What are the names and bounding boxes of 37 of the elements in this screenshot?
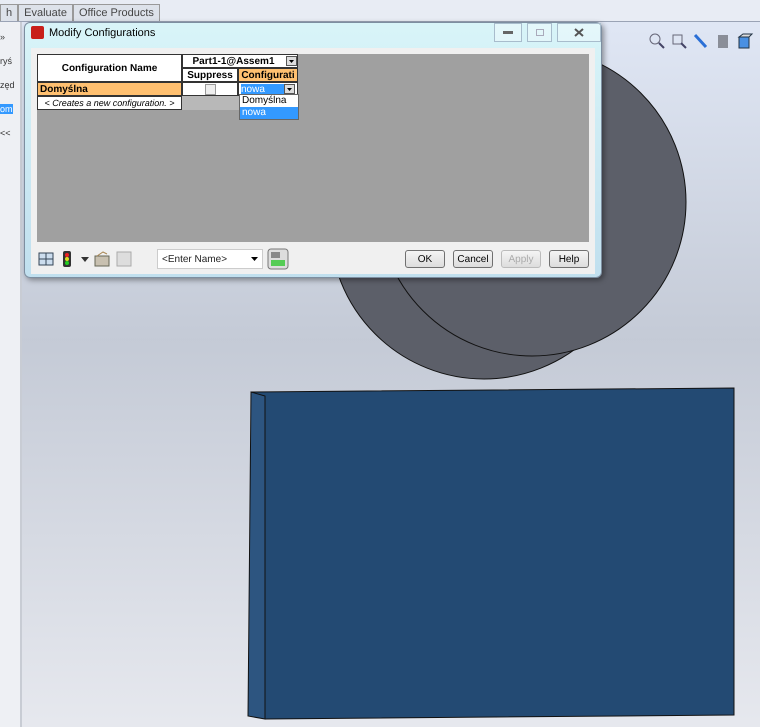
dialog-button[interactable]: Cancel [453,250,493,268]
new-configuration-row[interactable]: < Creates a new configuration. > [37,96,182,110]
app-logo-icon [31,26,44,39]
component-header: Part1-1@Assem1 [182,54,298,68]
ribbon-tab[interactable]: Evaluate [18,4,73,21]
close-button[interactable] [557,23,601,42]
zoom-fit-icon[interactable] [648,32,666,50]
view-cube-icon[interactable] [736,32,754,50]
tree-item[interactable]: zęd [0,80,15,90]
dialog-button[interactable]: OK [405,250,445,268]
zoom-area-icon[interactable] [670,32,688,50]
dropdown-button[interactable] [284,84,295,94]
folder-icon[interactable] [93,250,111,268]
expand-button[interactable]: » [0,32,6,42]
caret-icon [287,88,292,90]
table-layout-icon[interactable] [267,248,289,270]
ribbon-tab[interactable]: h [0,4,18,21]
close-icon [574,28,584,37]
minimize-button[interactable] [494,23,522,42]
name-field[interactable]: <Enter Name> [157,249,263,269]
pen-icon[interactable] [692,32,710,50]
caret-icon [289,60,294,62]
ribbon-tab[interactable]: Office Products [72,4,160,21]
column-header[interactable]: Suppress [182,68,238,82]
configuration-name-cell[interactable]: Domyślna [37,82,182,96]
dialog-button[interactable]: Help [549,250,589,268]
dropdown-button[interactable] [286,56,297,66]
column-header: Configuration Name [37,54,182,82]
minimize-icon [503,30,513,34]
window-title: Modify Configurations [49,26,156,38]
table-icon[interactable] [37,250,55,268]
maximize-icon [536,29,544,36]
caret-icon[interactable] [251,257,258,261]
tree-item[interactable]: << [0,128,11,138]
tree-item[interactable]: ryś [0,56,12,66]
column-header[interactable]: Configurati [238,68,298,82]
suppress-checkbox[interactable] [204,84,216,94]
